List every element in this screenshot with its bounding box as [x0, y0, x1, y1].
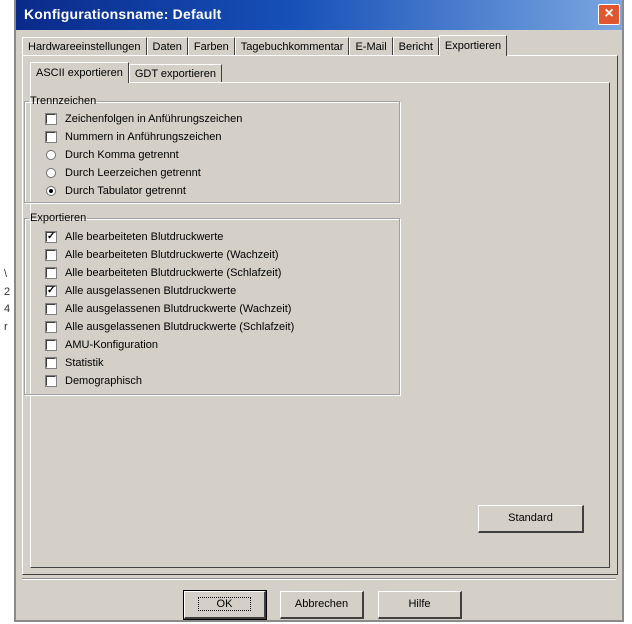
checkbox-bearbeitet-schlaf[interactable]: Alle bearbeiteten Blutdruckwerte (Schlaf…: [46, 265, 281, 281]
option-label: Alle ausgelassenen Blutdruckwerte (Schla…: [65, 321, 295, 333]
radio-button[interactable]: [46, 150, 56, 160]
stray-mark: r: [4, 321, 8, 333]
option-label: Alle ausgelassenen Blutdruckwerte: [65, 285, 237, 297]
tab-label: GDT exportieren: [134, 68, 216, 80]
button-label: Abbrechen: [294, 598, 349, 610]
checkbox-box[interactable]: [46, 268, 56, 278]
tab-gdt-exportieren[interactable]: GDT exportieren: [128, 64, 222, 83]
tab-bericht[interactable]: Bericht: [392, 37, 439, 56]
tab-tagebuchkommentar[interactable]: Tagebuchkommentar: [234, 37, 350, 56]
button-label: Standard: [508, 512, 553, 524]
window-title: Konfigurationsname: Default: [24, 6, 222, 22]
tab-label: Farben: [193, 41, 229, 53]
group-legend: Trennzeichen: [30, 95, 97, 107]
radio-button-selected[interactable]: [46, 186, 56, 196]
tab-hardwareeinstellungen[interactable]: Hardwareeinstellungen: [22, 37, 147, 56]
checkbox-nummern[interactable]: Nummern in Anführungszeichen: [46, 129, 222, 145]
checkbox-box[interactable]: [46, 322, 56, 332]
tab-farben[interactable]: Farben: [187, 37, 235, 56]
tab-label: ASCII exportieren: [36, 67, 123, 79]
option-label: Alle bearbeiteten Blutdruckwerte: [65, 231, 224, 243]
tab-label: Hardwareeinstellungen: [28, 41, 141, 53]
stray-mark: 4: [4, 303, 11, 315]
checkbox-amu-konfiguration[interactable]: AMU-Konfiguration: [46, 337, 158, 353]
checkbox-bearbeitet-wach[interactable]: Alle bearbeiteten Blutdruckwerte (Wachze…: [46, 247, 279, 263]
inner-tab-strip: ASCII exportieren GDT exportieren: [30, 62, 222, 83]
tab-label: E-Mail: [355, 41, 387, 53]
option-label: Nummern in Anführungszeichen: [65, 131, 222, 143]
checkbox-bearbeitet-alle[interactable]: ✓ Alle bearbeiteten Blutdruckwerte: [46, 229, 223, 245]
option-label: AMU-Konfiguration: [65, 339, 158, 351]
option-label: Alle ausgelassenen Blutdruckwerte (Wachz…: [65, 303, 292, 315]
checkbox-box[interactable]: [46, 114, 56, 124]
checkbox-box[interactable]: ✓: [46, 232, 56, 242]
checkbox-ausgelassen-wach[interactable]: Alle ausgelassenen Blutdruckwerte (Wachz…: [46, 301, 291, 317]
option-label: Alle bearbeiteten Blutdruckwerte (Schlaf…: [65, 267, 282, 279]
ok-button[interactable]: OK: [183, 590, 267, 620]
checkbox-statistik[interactable]: Statistik: [46, 355, 104, 371]
checkbox-zeichenfolgen[interactable]: Zeichenfolgen in Anführungszeichen: [46, 111, 242, 127]
tab-label: Daten: [152, 41, 182, 53]
config-dialog: Konfigurationsname: Default × Hardwareei…: [14, 0, 624, 622]
close-icon: ×: [604, 5, 614, 22]
option-label: Alle bearbeiteten Blutdruckwerte (Wachze…: [65, 249, 279, 261]
option-label: Durch Komma getrennt: [65, 149, 179, 161]
radio-button[interactable]: [46, 168, 56, 178]
checkbox-box[interactable]: ✓: [46, 286, 56, 296]
bottom-separator: [22, 578, 616, 580]
check-icon: ✓: [47, 231, 56, 242]
option-label: Durch Leerzeichen getrennt: [65, 167, 201, 179]
tab-label: Tagebuchkommentar: [240, 41, 344, 53]
button-label: OK: [197, 597, 252, 611]
radio-komma[interactable]: Durch Komma getrennt: [46, 147, 179, 163]
standard-button[interactable]: Standard: [478, 505, 584, 533]
help-button[interactable]: Hilfe: [378, 591, 462, 619]
checkbox-box[interactable]: [46, 304, 56, 314]
tab-label: Exportieren: [444, 40, 502, 52]
checkbox-demographisch[interactable]: Demographisch: [46, 373, 142, 389]
cancel-button[interactable]: Abbrechen: [280, 591, 364, 619]
checkbox-box[interactable]: [46, 358, 56, 368]
group-legend: Exportieren: [30, 212, 87, 224]
title-bar: Konfigurationsname: Default ×: [16, 0, 622, 30]
option-label: Zeichenfolgen in Anführungszeichen: [65, 113, 243, 125]
outer-tab-strip: Hardwareeinstellungen Daten Farben Tageb…: [22, 35, 508, 56]
checkbox-box[interactable]: [46, 340, 56, 350]
checkbox-box[interactable]: [46, 132, 56, 142]
option-label: Demographisch: [65, 375, 143, 387]
close-button[interactable]: ×: [598, 4, 620, 25]
tab-exportieren[interactable]: Exportieren: [438, 35, 508, 56]
stray-mark: \: [4, 268, 8, 280]
stray-mark: 2: [4, 286, 11, 298]
checkbox-box[interactable]: [46, 376, 56, 386]
option-label: Durch Tabulator getrennt: [65, 185, 186, 197]
option-label: Statistik: [65, 357, 104, 369]
tab-daten[interactable]: Daten: [146, 37, 188, 56]
tab-email[interactable]: E-Mail: [349, 37, 393, 56]
checkbox-box[interactable]: [46, 250, 56, 260]
checkbox-ausgelassen-alle[interactable]: ✓ Alle ausgelassenen Blutdruckwerte: [46, 283, 236, 299]
tab-ascii-exportieren[interactable]: ASCII exportieren: [30, 62, 129, 83]
checkbox-ausgelassen-schlaf[interactable]: Alle ausgelassenen Blutdruckwerte (Schla…: [46, 319, 294, 335]
radio-leerzeichen[interactable]: Durch Leerzeichen getrennt: [46, 165, 201, 181]
tab-label: Bericht: [398, 41, 433, 53]
check-icon: ✓: [47, 285, 56, 296]
radio-tabulator[interactable]: Durch Tabulator getrennt: [46, 183, 186, 199]
button-label: Hilfe: [408, 598, 431, 610]
